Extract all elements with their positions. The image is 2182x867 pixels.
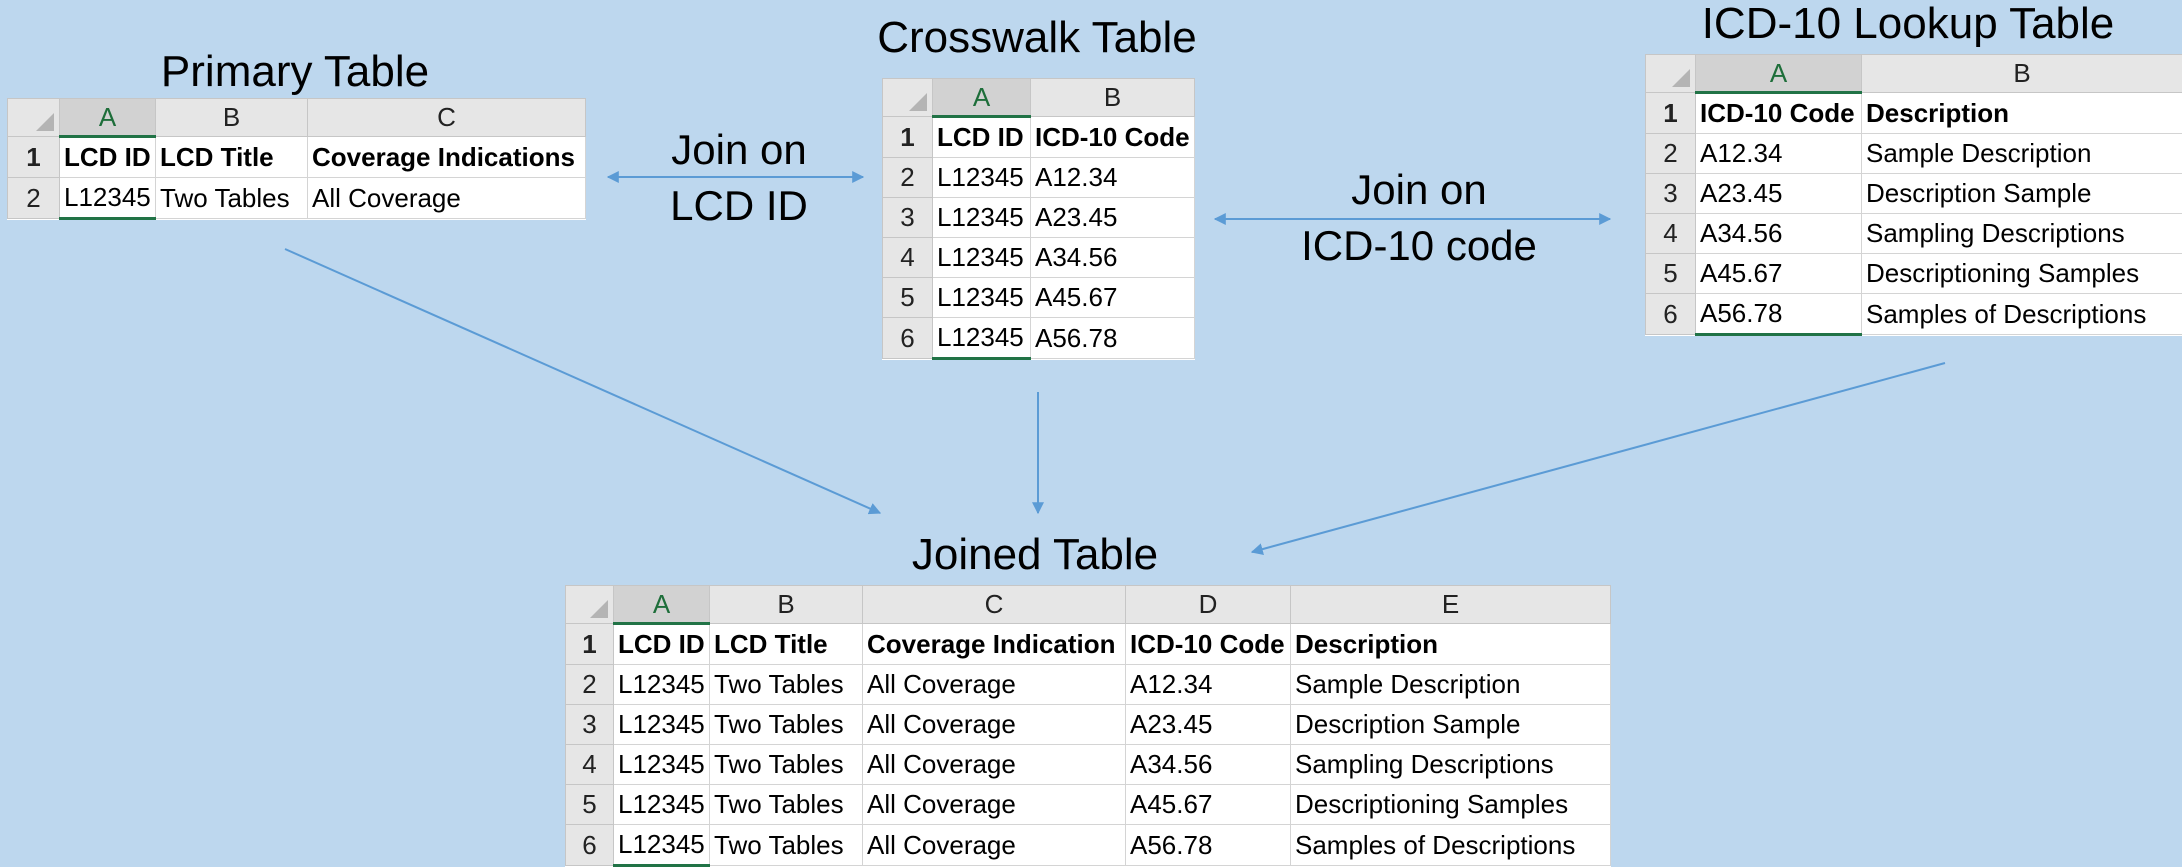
lookup-to-joined-arrow — [1252, 363, 1945, 552]
primary-to-joined-arrow — [285, 249, 880, 513]
connector-arrows — [0, 0, 2182, 866]
